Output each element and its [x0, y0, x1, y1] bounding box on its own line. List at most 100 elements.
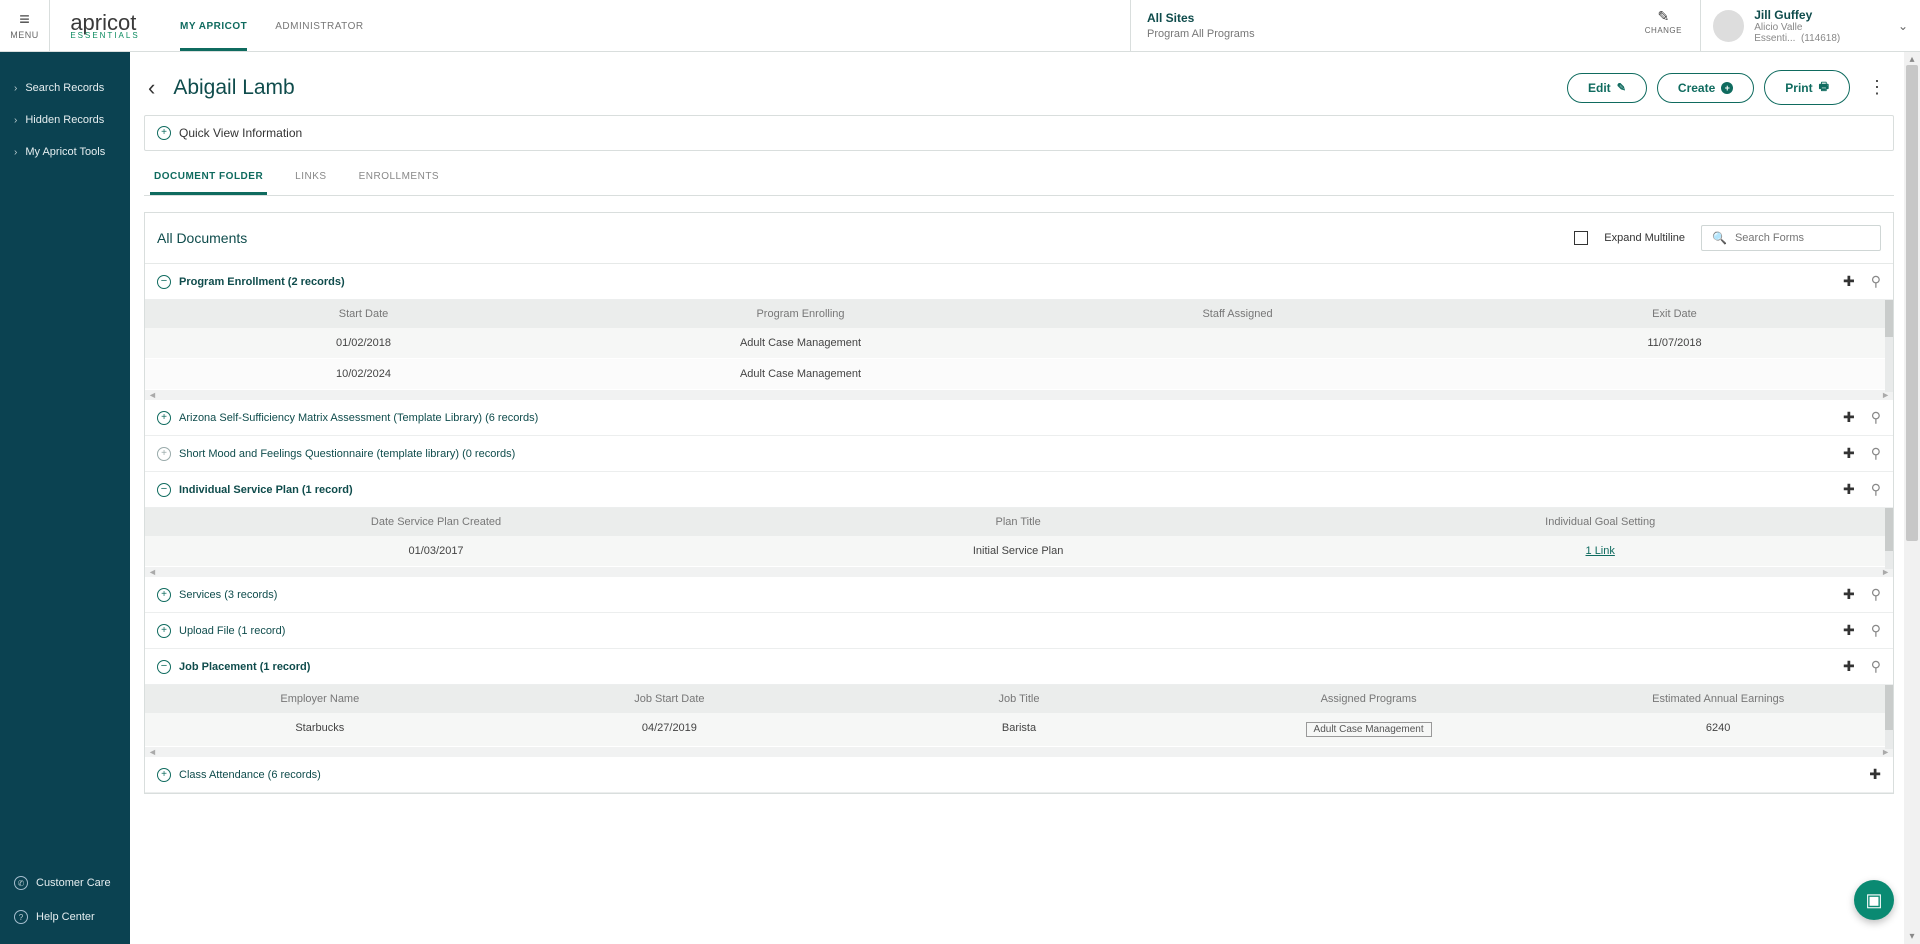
collapse-icon: −	[157, 275, 171, 289]
add-record-icon[interactable]: ✚	[1843, 445, 1855, 462]
site-selector[interactable]: All Sites Program All Programs ✎ CHANGE	[1130, 0, 1700, 51]
pencil-icon: ✎	[1617, 81, 1626, 94]
search-forms[interactable]: 🔍	[1701, 225, 1881, 251]
table-row[interactable]: 01/02/2018 Adult Case Management 11/07/2…	[145, 328, 1893, 359]
collapse-icon: −	[157, 660, 171, 674]
add-record-icon[interactable]: ✚	[1843, 658, 1855, 675]
print-button[interactable]: Print🖶	[1764, 70, 1850, 105]
topnav-administrator[interactable]: ADMINISTRATOR	[275, 3, 363, 51]
pencil-icon: ✎	[1645, 8, 1682, 25]
menu-button[interactable]: ≡ MENU	[0, 0, 50, 51]
pin-icon[interactable]: ⚲	[1871, 445, 1881, 462]
expand-multiline-checkbox[interactable]	[1574, 231, 1588, 245]
section-program-enrollment[interactable]: − Program Enrollment (2 records) ✚⚲	[145, 264, 1893, 300]
hscroll[interactable]: ◄►	[145, 390, 1893, 400]
search-input[interactable]	[1735, 232, 1870, 244]
isp-goal-link[interactable]: 1 Link	[1586, 545, 1615, 557]
pin-icon[interactable]: ⚲	[1871, 586, 1881, 603]
top-nav: MY APRICOT ADMINISTRATOR	[160, 0, 364, 51]
section-job-placement[interactable]: − Job Placement (1 record) ✚⚲	[145, 649, 1893, 685]
col-employer: Employer Name	[145, 693, 495, 705]
expand-icon: +	[157, 411, 171, 425]
section-services[interactable]: + Services (3 records) ✚⚲	[145, 577, 1893, 613]
logo: apricot ESSENTIALS	[50, 0, 160, 51]
user-org: Alicio Valle Essenti... (114618)	[1754, 22, 1888, 44]
window-scrollbar[interactable]: ▴ ▾	[1904, 52, 1920, 944]
tab-links[interactable]: LINKS	[291, 161, 330, 195]
pin-icon[interactable]: ⚲	[1871, 273, 1881, 290]
page-header: ‹ Abigail Lamb Edit✎ Create+ Print🖶 ⋮	[144, 70, 1894, 105]
chevron-right-icon: ›	[14, 147, 17, 158]
pin-icon[interactable]: ⚲	[1871, 481, 1881, 498]
expand-icon: +	[157, 588, 171, 602]
add-record-icon[interactable]: ✚	[1843, 409, 1855, 426]
hscroll[interactable]: ◄►	[145, 567, 1893, 577]
sidebar-hidden-records[interactable]: ›Hidden Records	[0, 104, 130, 136]
add-record-icon[interactable]: ✚	[1869, 766, 1881, 783]
avatar	[1713, 10, 1744, 42]
section-arizona[interactable]: + Arizona Self-Sufficiency Matrix Assess…	[145, 400, 1893, 436]
help-icon: ?	[14, 910, 28, 924]
pin-icon[interactable]: ⚲	[1871, 622, 1881, 639]
col-program-enrolling: Program Enrolling	[582, 308, 1019, 320]
vscroll[interactable]	[1885, 300, 1893, 392]
expand-multiline-label: Expand Multiline	[1604, 232, 1685, 244]
program-enrollment-grid: Start Date Program Enrolling Staff Assig…	[145, 300, 1893, 400]
expand-icon: +	[157, 624, 171, 638]
hamburger-icon: ≡	[19, 12, 30, 26]
table-row[interactable]: Starbucks 04/27/2019 Barista Adult Case …	[145, 713, 1893, 747]
topnav-my-apricot[interactable]: MY APRICOT	[180, 3, 247, 51]
expand-icon: +	[157, 768, 171, 782]
quick-view-toggle[interactable]: + Quick View Information	[144, 115, 1894, 151]
create-button[interactable]: Create+	[1657, 73, 1754, 103]
chat-fab[interactable]: ▣	[1854, 880, 1894, 920]
search-icon: 🔍	[1712, 231, 1727, 245]
vscroll[interactable]	[1885, 508, 1893, 569]
tab-enrollments[interactable]: ENROLLMENTS	[355, 161, 444, 195]
pin-icon[interactable]: ⚲	[1871, 409, 1881, 426]
table-row[interactable]: 01/03/2017 Initial Service Plan 1 Link	[145, 536, 1893, 567]
sidebar-customer-care[interactable]: ✆Customer Care	[0, 866, 130, 900]
sidebar-my-apricot-tools[interactable]: ›My Apricot Tools	[0, 136, 130, 168]
quick-view-label: Quick View Information	[179, 126, 302, 140]
section-class-attendance[interactable]: + Class Attendance (6 records) ✚	[145, 757, 1893, 793]
chevron-right-icon: ›	[14, 83, 17, 94]
col-start-date: Start Date	[145, 308, 582, 320]
add-record-icon[interactable]: ✚	[1843, 481, 1855, 498]
change-site-button[interactable]: ✎ CHANGE	[1645, 8, 1682, 35]
edit-button[interactable]: Edit✎	[1567, 73, 1647, 103]
user-menu[interactable]: Jill Guffey Alicio Valle Essenti... (114…	[1700, 0, 1920, 51]
site-program: Program All Programs	[1147, 28, 1255, 40]
plus-circle-icon: +	[1721, 82, 1733, 94]
col-job-start: Job Start Date	[495, 693, 845, 705]
section-mood[interactable]: + Short Mood and Feelings Questionnaire …	[145, 436, 1893, 472]
sidebar-search-records[interactable]: ›Search Records	[0, 72, 130, 104]
section-upload[interactable]: + Upload File (1 record) ✚⚲	[145, 613, 1893, 649]
col-assigned-prog: Assigned Programs	[1194, 693, 1544, 705]
documents-panel: All Documents Expand Multiline 🔍 − Progr…	[144, 212, 1894, 794]
vscroll[interactable]	[1885, 685, 1893, 749]
isp-grid: Date Service Plan Created Plan Title Ind…	[145, 508, 1893, 577]
pin-icon[interactable]: ⚲	[1871, 658, 1881, 675]
topbar: ≡ MENU apricot ESSENTIALS MY APRICOT ADM…	[0, 0, 1920, 52]
col-exit-date: Exit Date	[1456, 308, 1893, 320]
tab-document-folder[interactable]: DOCUMENT FOLDER	[150, 161, 267, 195]
chevron-right-icon: ›	[14, 115, 17, 126]
assigned-program-tag: Adult Case Management	[1306, 722, 1432, 737]
expand-icon: +	[157, 126, 171, 140]
table-row[interactable]: 10/02/2024 Adult Case Management	[145, 359, 1893, 390]
hscroll[interactable]: ◄►	[145, 747, 1893, 757]
add-record-icon[interactable]: ✚	[1843, 622, 1855, 639]
col-isp-title: Plan Title	[727, 516, 1309, 528]
info-icon: ✆	[14, 876, 28, 890]
section-isp[interactable]: − Individual Service Plan (1 record) ✚⚲	[145, 472, 1893, 508]
scroll-up-icon: ▴	[1909, 54, 1914, 65]
more-actions-button[interactable]: ⋮	[1860, 73, 1894, 102]
sidebar-help-center[interactable]: ?Help Center	[0, 900, 130, 934]
menu-label: MENU	[10, 30, 39, 40]
add-record-icon[interactable]: ✚	[1843, 586, 1855, 603]
all-documents-title: All Documents	[157, 230, 247, 246]
add-record-icon[interactable]: ✚	[1843, 273, 1855, 290]
back-button[interactable]: ‹	[144, 71, 159, 105]
user-name: Jill Guffey	[1754, 8, 1888, 22]
